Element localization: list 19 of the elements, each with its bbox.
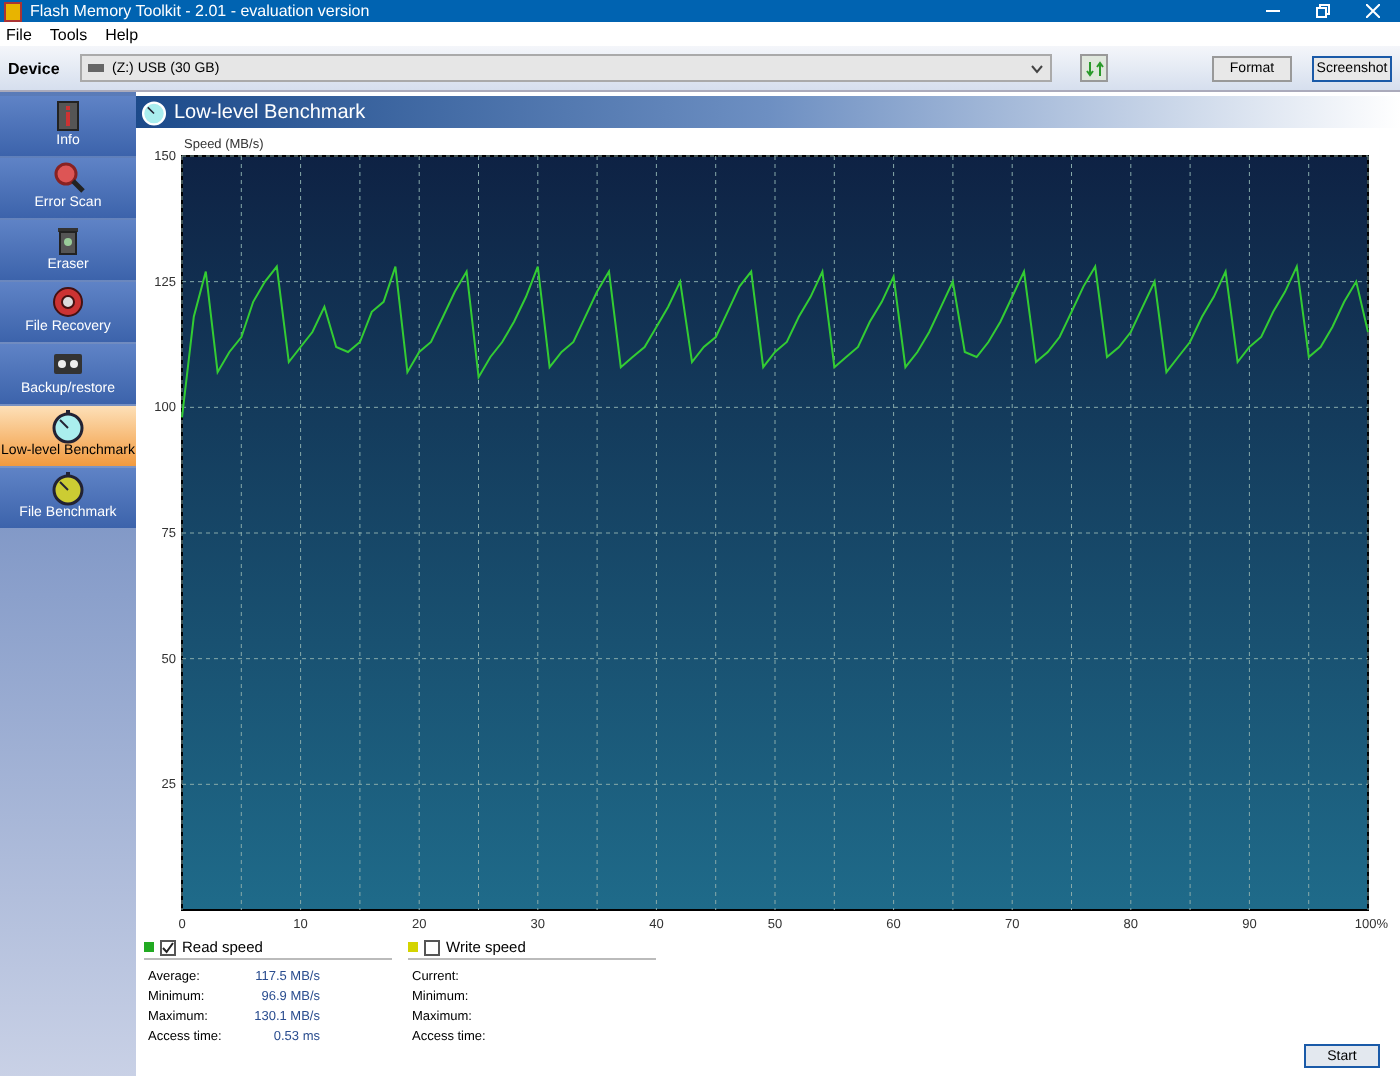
dropdown-caret-icon[interactable] xyxy=(1030,63,1044,73)
lifebuoy-icon xyxy=(50,284,86,320)
restore-icon[interactable] xyxy=(1316,4,1330,18)
checkbox[interactable] xyxy=(160,939,176,955)
menu-item[interactable]: File xyxy=(6,25,32,43)
panel-title: Low-level Benchmark xyxy=(174,101,366,123)
menu-item[interactable]: Help xyxy=(105,25,139,43)
close-icon[interactable] xyxy=(1366,4,1380,18)
stopwatch-icon xyxy=(140,98,168,126)
window-title: Flash Memory Toolkit - 2.01 - evaluation version xyxy=(30,2,372,20)
checkbox[interactable] xyxy=(424,939,440,955)
stopwatch-icon xyxy=(50,408,86,444)
magnifier-icon xyxy=(50,160,86,196)
minimize-icon[interactable] xyxy=(1266,4,1280,18)
stopwatch-icon xyxy=(50,470,86,506)
menu-item[interactable]: Tools xyxy=(49,25,88,43)
app-icon xyxy=(4,1,22,21)
device-label: Device xyxy=(8,59,62,77)
refresh-button[interactable] xyxy=(1080,54,1108,82)
